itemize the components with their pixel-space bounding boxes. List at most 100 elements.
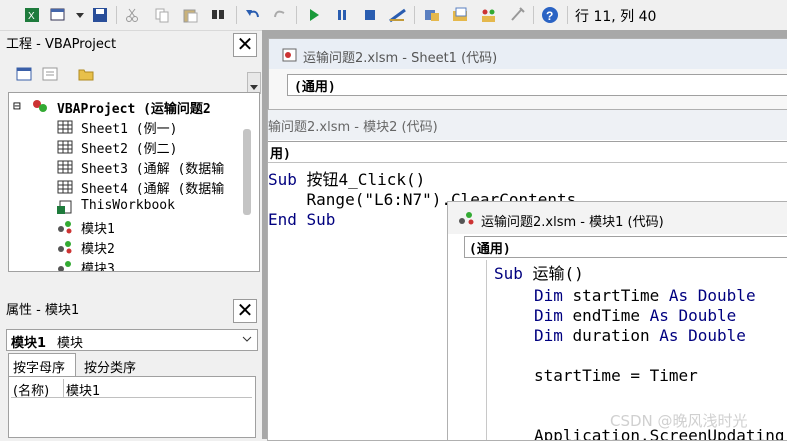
- worksheet-icon: [57, 180, 73, 194]
- insert-userform-icon[interactable]: [48, 5, 68, 25]
- object-browser-icon[interactable]: [479, 5, 499, 25]
- cursor-position-status: 行 11, 列 40: [575, 9, 657, 25]
- watermark: CSDN @晚风浅时光: [610, 412, 748, 430]
- module1-object-combo[interactable]: (通用): [464, 236, 787, 258]
- tab-categorized-label: 按分类序: [84, 361, 137, 376]
- keyword: Sub: [268, 170, 297, 189]
- undo-icon[interactable]: [243, 5, 263, 25]
- module1-code-line-2[interactable]: Dim startTime As Double: [534, 286, 756, 306]
- help-icon[interactable]: ?: [540, 5, 560, 25]
- svg-text:?: ?: [546, 9, 553, 23]
- keyword: Dim: [534, 326, 563, 345]
- object-selector-type: 模块: [57, 336, 84, 351]
- module2-code-line-1[interactable]: Sub 按钮4_Click(): [268, 170, 425, 190]
- property-row-value[interactable]: 模块1: [64, 379, 252, 399]
- workbook-icon: [57, 200, 73, 214]
- keyword: As Double: [649, 306, 737, 325]
- project-tree: ⊟ VBAProject (运输问题2 Sheet1 (例一) Sheet2 (…: [8, 92, 260, 272]
- reset-icon[interactable]: [360, 5, 380, 25]
- module1-window-title: 运输问题2.xlsm - 模块1 (代码): [481, 215, 664, 230]
- properties-window-icon[interactable]: [451, 5, 471, 25]
- module-icon: [57, 220, 73, 234]
- toolbar: X ? 行 11, 列 40: [0, 0, 787, 31]
- keyword: Sub: [494, 264, 523, 283]
- panel-scroll-arrow-icon[interactable]: [247, 72, 261, 94]
- find-icon[interactable]: [208, 5, 228, 25]
- project-panel-title: 工程 - VBAProject: [6, 33, 117, 52]
- property-value-label: 模块1: [66, 384, 101, 399]
- project-explorer-icon[interactable]: [422, 5, 442, 25]
- module1-window-titlebar[interactable]: 运输问题2.xlsm - 模块1 (代码): [448, 202, 787, 234]
- sheet1-object-combo-value: (通用): [294, 80, 336, 95]
- code-text: startTime: [562, 286, 669, 305]
- code-text: 运输(): [522, 264, 584, 283]
- margin-indicator-bar[interactable]: [456, 260, 487, 440]
- property-name-label: (名称): [13, 384, 50, 399]
- sheet1-code-window[interactable]: 运输问题2.xlsm - Sheet1 (代码) (通用): [268, 38, 787, 120]
- module-icon: [57, 240, 73, 254]
- view-code-icon[interactable]: [14, 64, 34, 84]
- excel-icon[interactable]: X: [22, 5, 42, 25]
- project-panel-close-icon[interactable]: ✕: [233, 33, 257, 57]
- tree-vertical-scrollbar[interactable]: [243, 129, 251, 215]
- code-window-icon: [281, 47, 299, 67]
- worksheet-icon: [57, 160, 73, 174]
- cut-icon[interactable]: [122, 5, 142, 25]
- toggle-folders-icon[interactable]: [76, 64, 96, 84]
- module1-code-line-1[interactable]: Sub 运输(): [494, 264, 584, 284]
- chevron-down-icon[interactable]: [241, 331, 253, 351]
- module2-window-titlebar[interactable]: 输问题2.xlsm - 模块2 (代码): [268, 110, 787, 140]
- tree-item-sheet2[interactable]: Sheet2 (例二): [81, 138, 177, 157]
- module1-code-line-6[interactable]: startTime = Timer: [534, 366, 698, 386]
- module-icon: [458, 210, 476, 230]
- worksheet-icon: [57, 140, 73, 154]
- tree-item-module3[interactable]: 模块3: [81, 258, 115, 271]
- tree-collapse-icon[interactable]: ⊟: [13, 99, 21, 114]
- sheet1-window-title: 运输问题2.xlsm - Sheet1 (代码): [303, 51, 498, 66]
- module1-object-combo-value: (通用): [469, 242, 511, 257]
- design-mode-icon[interactable]: [388, 5, 408, 25]
- property-row-name[interactable]: (名称): [11, 379, 64, 399]
- module2-code-line-3[interactable]: End Sub: [268, 210, 335, 230]
- tree-item-module1[interactable]: 模块1: [81, 218, 115, 237]
- worksheet-icon: [57, 120, 73, 134]
- tree-item-thisworkbook[interactable]: ThisWorkbook: [81, 198, 175, 213]
- svg-text:X: X: [28, 11, 35, 22]
- save-icon[interactable]: [90, 5, 110, 25]
- object-selector[interactable]: 模块1 模块: [6, 329, 258, 351]
- run-icon[interactable]: [304, 5, 324, 25]
- toolbox-icon[interactable]: [507, 5, 527, 25]
- code-text: duration: [562, 326, 660, 345]
- tab-alphabetic-label: 按字母序: [13, 361, 66, 376]
- tab-alphabetic[interactable]: 按字母序: [8, 353, 76, 376]
- tree-root-label[interactable]: VBAProject (运输问题2: [57, 98, 211, 117]
- tab-categorized[interactable]: 按分类序: [80, 355, 152, 376]
- code-text: 按钮4_Click(): [296, 170, 426, 189]
- properties-panel-title: 属性 - 模块1: [6, 299, 80, 318]
- module1-code-line-4[interactable]: Dim duration As Double: [534, 326, 746, 346]
- keyword: Dim: [534, 286, 563, 305]
- copy-icon[interactable]: [152, 5, 172, 25]
- module2-object-combo-value: 用): [270, 147, 291, 162]
- project-panel-toolbar: [0, 60, 260, 88]
- tree-item-module2[interactable]: 模块2: [81, 238, 115, 257]
- tree-item-sheet1[interactable]: Sheet1 (例一): [81, 118, 177, 137]
- module2-object-combo[interactable]: 用): [268, 141, 787, 163]
- dropdown-arrow-icon[interactable]: [70, 5, 90, 25]
- module1-code-window[interactable]: 运输问题2.xlsm - 模块1 (代码) (通用) Sub 运输() Dim …: [447, 201, 787, 441]
- properties-panel-close-icon[interactable]: ✕: [233, 299, 257, 323]
- sheet1-object-combo[interactable]: (通用): [287, 74, 787, 96]
- vba-project-icon: [31, 98, 47, 112]
- break-icon[interactable]: [332, 5, 352, 25]
- tree-item-sheet3[interactable]: Sheet3 (通解 (数据输: [81, 158, 224, 177]
- sheet1-window-titlebar[interactable]: 运输问题2.xlsm - Sheet1 (代码): [269, 39, 787, 69]
- module1-code-line-3[interactable]: Dim endTime As Double: [534, 306, 736, 326]
- view-object-icon[interactable]: [40, 64, 60, 84]
- code-text: endTime: [562, 306, 650, 325]
- properties-panel: 属性 - 模块1 ✕ 模块1 模块 按字母序 按分类序 (名称) 模块1: [0, 294, 262, 439]
- keyword: As Double: [668, 286, 756, 305]
- tree-item-sheet4[interactable]: Sheet4 (通解 (数据输: [81, 178, 224, 197]
- paste-icon[interactable]: [180, 5, 200, 25]
- keyword: Dim: [534, 306, 563, 325]
- redo-icon[interactable]: [270, 5, 290, 25]
